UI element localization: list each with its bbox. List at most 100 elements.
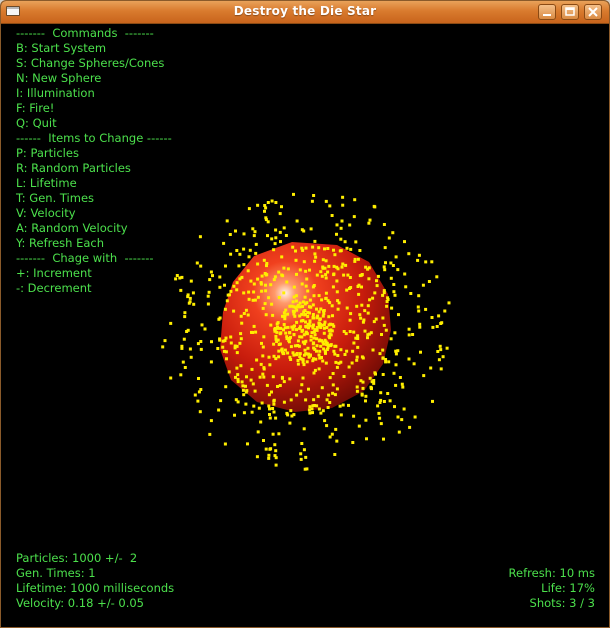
commands-header: ------- Commands ------- [16,26,154,40]
particle [303,313,307,317]
particle [364,399,367,403]
particle [404,285,408,289]
particle [288,421,292,425]
particle [225,299,229,303]
particle [333,453,337,456]
particle [277,270,281,274]
particle [409,292,413,295]
particle [353,198,357,202]
particle [196,342,200,346]
particle [362,318,366,322]
particle [389,261,393,265]
particle [299,457,303,461]
particle [262,439,265,442]
particle [301,358,305,362]
particle [294,258,298,262]
particle [307,355,311,359]
particle [312,357,315,361]
particle [272,342,276,346]
particle [260,401,264,405]
particle [437,358,441,362]
particle [261,306,265,310]
particle [292,333,296,336]
particle [208,278,212,282]
particle [268,447,272,451]
particle [311,324,315,328]
particle [313,252,317,256]
particle [329,343,333,347]
close-button[interactable] [584,4,602,20]
particle [278,230,282,234]
particle [242,411,246,415]
particle [295,219,299,223]
particle [355,385,359,389]
particle [379,391,383,395]
status-lifetime: Lifetime: 1000 milliseconds [16,581,175,595]
particle [397,430,401,434]
particle [419,350,422,354]
particle [323,320,327,324]
particle [304,324,308,328]
particle [292,309,296,313]
particle [327,315,331,319]
command-quit: Q: Quit [16,116,57,130]
particle [252,324,256,328]
render-canvas[interactable]: ------- Commands ------- B: Start System… [7,24,605,623]
particle [280,205,283,209]
particle [256,430,260,434]
particle [186,295,190,299]
particle [372,320,376,324]
particle [324,199,328,203]
particle [217,408,221,412]
particle [323,247,326,251]
particle [295,320,299,324]
particle [262,258,266,262]
particle [268,363,272,367]
particle [319,270,323,274]
minimize-icon [543,14,551,16]
app-window: Destroy the Die Star ------- Commands --… [0,0,610,628]
particle [377,411,381,415]
particle [335,279,339,283]
particle [382,400,386,403]
particle [279,331,283,335]
particle [373,205,377,209]
particle [196,399,200,403]
particle [331,383,335,387]
particle [274,334,278,338]
particle [263,302,267,306]
particle [303,467,307,471]
particle [334,360,338,364]
minimize-button[interactable] [538,4,556,20]
particle [302,260,306,264]
item-particles: P: Particles [16,146,79,160]
particle [374,372,377,376]
particle [255,455,259,459]
particle [223,442,227,446]
particle [277,349,281,353]
particle [342,330,346,333]
particle [252,404,256,408]
particle [224,385,228,389]
particle [416,305,420,309]
particle [319,307,323,311]
particle [252,234,256,238]
particle [267,393,271,397]
maximize-button[interactable] [561,4,579,20]
particle [268,407,271,411]
particle [250,410,254,414]
title-bar[interactable]: Destroy the Die Star [1,1,609,24]
particle [347,403,350,407]
particle [225,357,228,361]
particle [249,378,253,382]
particle [348,318,352,322]
particle [387,360,391,364]
particle [429,366,433,370]
particle [418,325,422,329]
particle [304,320,307,324]
particle [403,240,406,244]
particle [332,248,335,252]
particle [365,437,368,441]
particle [277,355,281,359]
particle [229,252,233,256]
